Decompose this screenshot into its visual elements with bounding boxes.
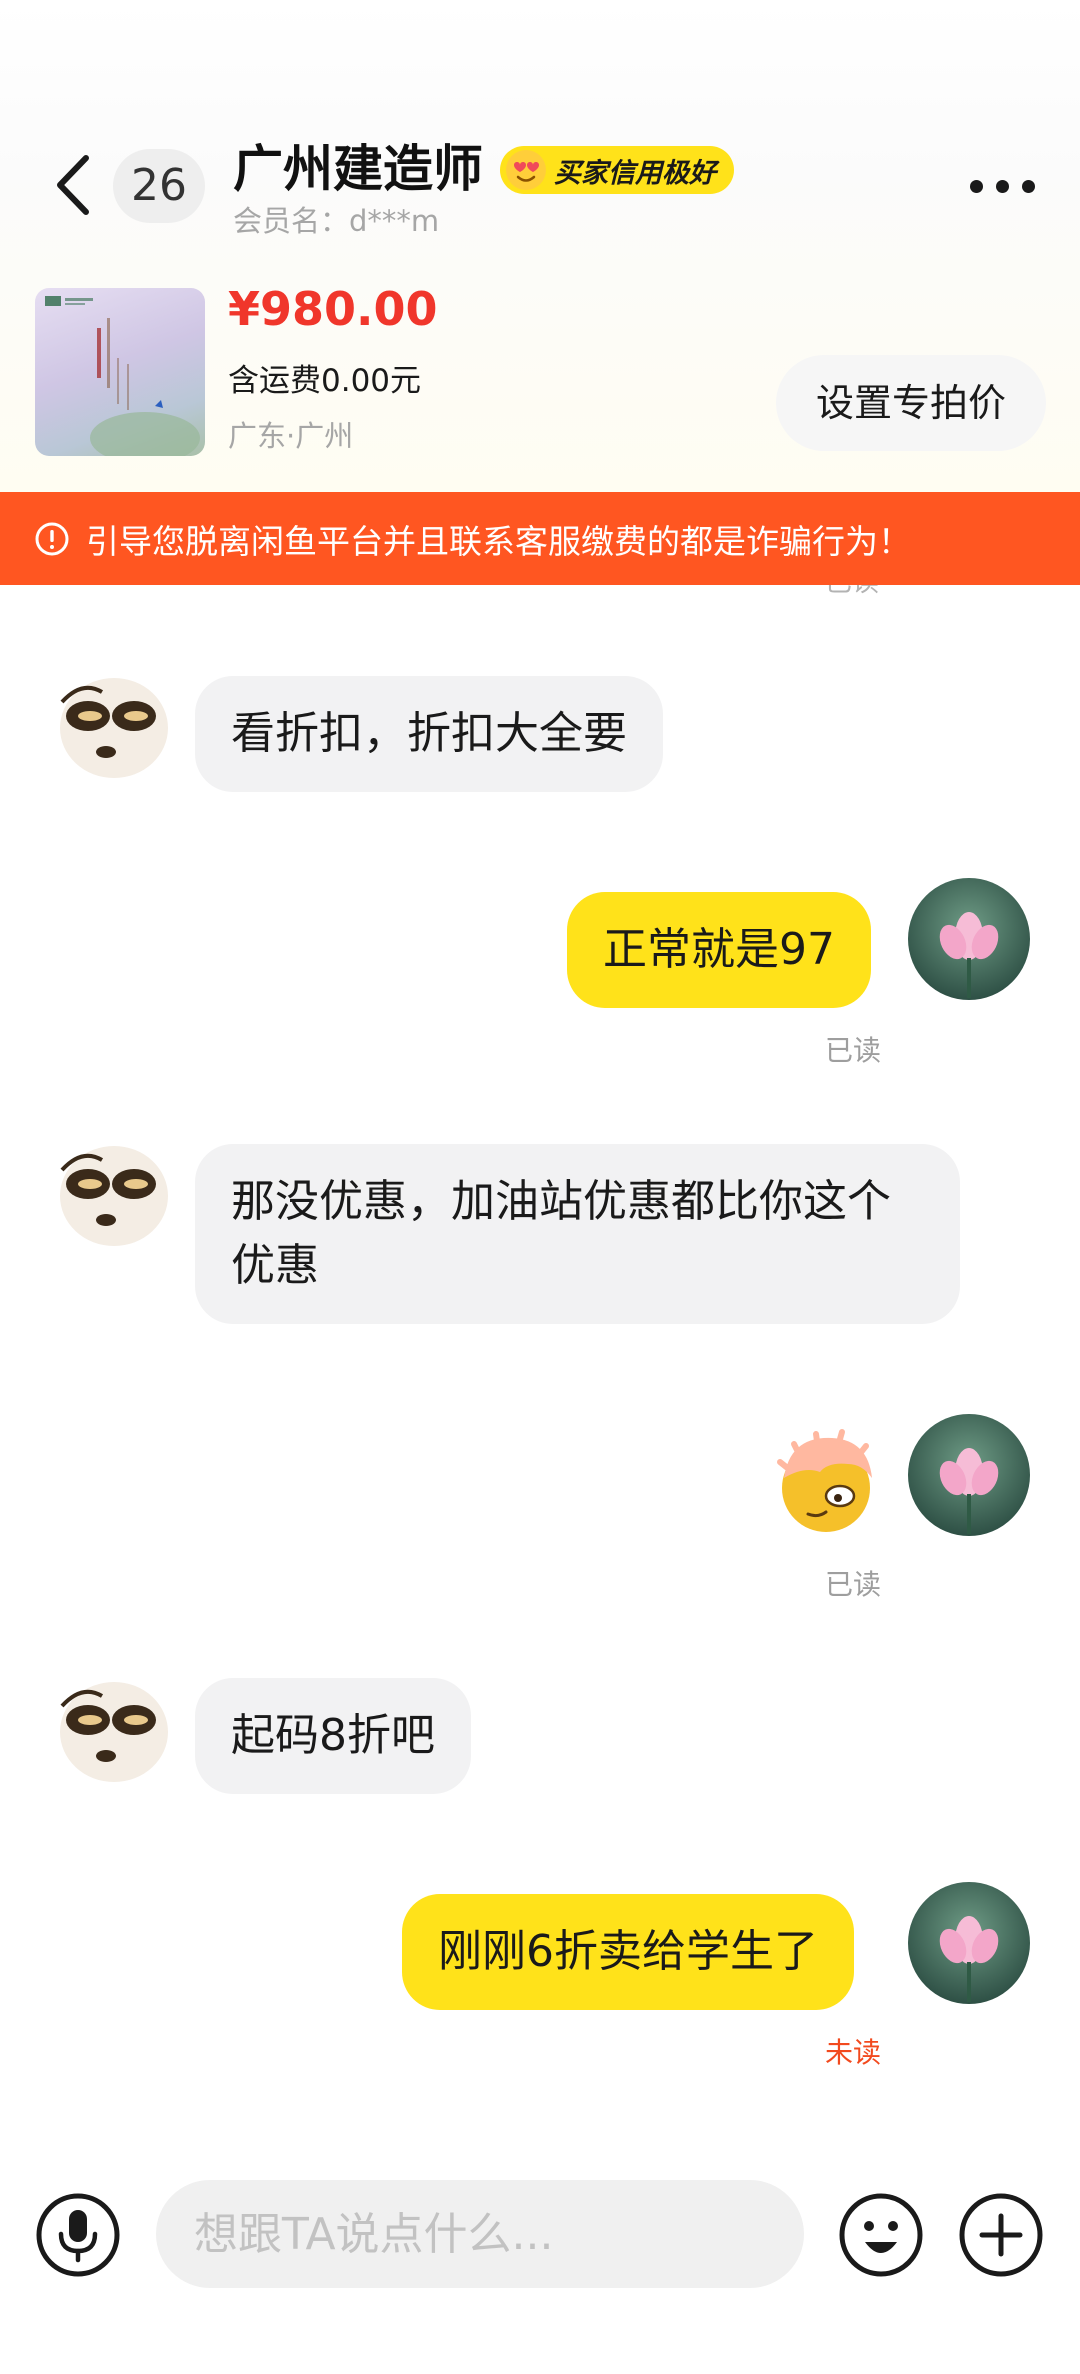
set-special-price-button[interactable]: 设置专拍价 — [776, 355, 1046, 451]
alert-icon — [35, 522, 69, 555]
contact-name[interactable]: 广州建造师 — [233, 136, 483, 202]
contact-avatar[interactable] — [48, 662, 170, 784]
credit-badge[interactable]: 买家信用极好 — [500, 146, 734, 194]
incoming-message-bubble[interactable]: 那没优惠，加油站优惠都比你这个优惠 — [195, 1144, 960, 1324]
read-status: 已读 — [825, 1568, 882, 1601]
read-status-partial: 已读 — [825, 585, 879, 597]
outgoing-message-bubble[interactable]: 正常就是97 — [567, 892, 871, 1008]
credit-badge-label: 买家信用极好 — [554, 157, 716, 189]
microphone-icon[interactable] — [35, 2192, 121, 2278]
product-cover-image — [45, 296, 200, 456]
heart-eyes-emoji-icon — [506, 150, 546, 190]
my-avatar[interactable] — [908, 878, 1030, 1000]
emoji-icon[interactable] — [838, 2192, 924, 2278]
my-avatar[interactable] — [908, 1882, 1030, 2004]
incoming-message-bubble[interactable]: 起码8折吧 — [195, 1678, 471, 1794]
member-name: 会员名：d***m — [233, 204, 440, 238]
unread-status: 未读 — [825, 2036, 882, 2069]
warning-text: 引导您脱离闲鱼平台并且联系客服缴费的都是诈骗行为！ — [86, 521, 911, 561]
contact-avatar[interactable] — [48, 1666, 170, 1788]
sticker-emoji[interactable] — [766, 1424, 886, 1544]
read-status: 已读 — [825, 1034, 882, 1067]
my-avatar[interactable] — [908, 1414, 1030, 1536]
more-icon[interactable] — [968, 168, 1038, 204]
incoming-message-bubble[interactable]: 看折扣，折扣大全要 — [195, 676, 663, 792]
unread-count-badge[interactable]: 26 — [113, 149, 205, 223]
message-input[interactable] — [156, 2180, 804, 2288]
fraud-warning-banner: 引导您脱离闲鱼平台并且联系客服缴费的都是诈骗行为！ — [0, 492, 1080, 585]
shipping-fee: 含运费0.00元 — [228, 363, 422, 399]
contact-avatar[interactable] — [48, 1130, 170, 1252]
product-price: ¥980.00 — [228, 282, 438, 336]
chat-input-bar — [0, 2160, 1080, 2310]
plus-icon[interactable] — [958, 2192, 1044, 2278]
product-thumbnail[interactable] — [35, 288, 205, 456]
chat-header: 26 广州建造师 买家信用极好 会员名：d***m ¥980.00 含运费0.0… — [0, 0, 1080, 492]
outgoing-message-bubble[interactable]: 刚刚6折卖给学生了 — [402, 1894, 854, 2010]
back-icon[interactable] — [48, 150, 98, 220]
product-location: 广东·广州 — [228, 419, 354, 453]
